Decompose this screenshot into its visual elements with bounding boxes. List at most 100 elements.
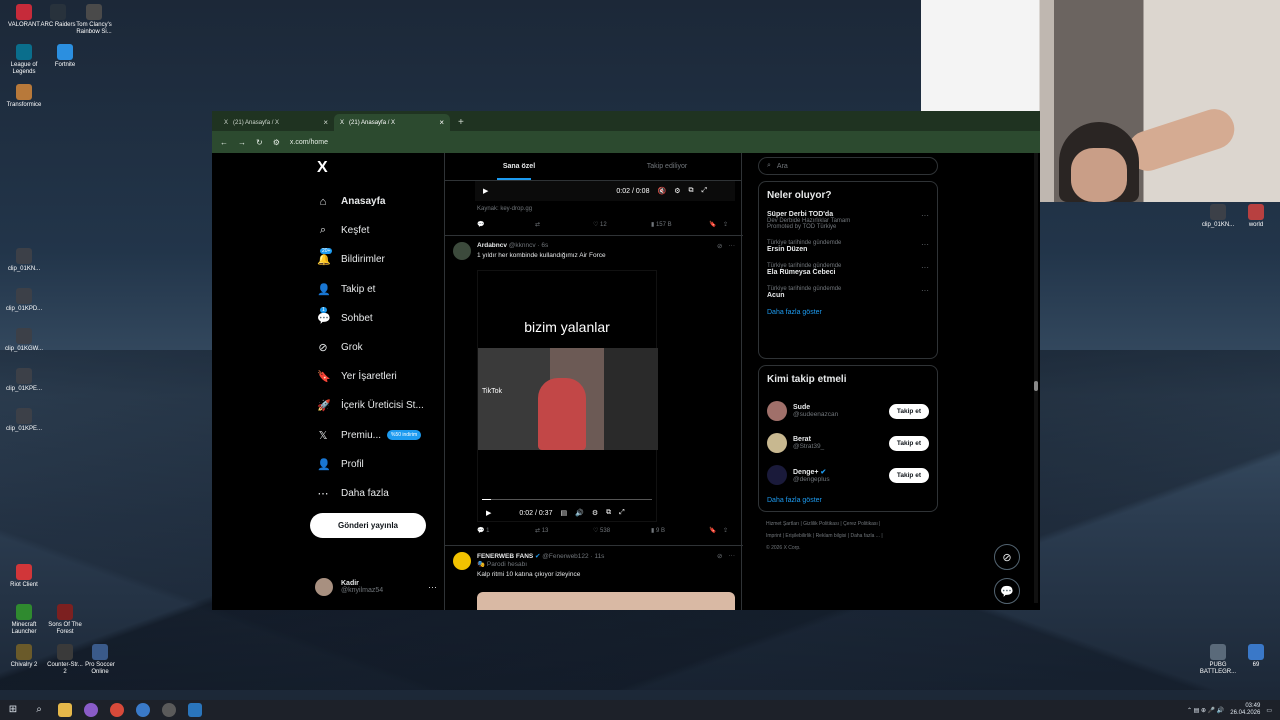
search-input[interactable]: ⌕ Ara bbox=[758, 157, 938, 175]
bookmark-icon[interactable]: 🔖 bbox=[709, 221, 723, 228]
views-icon[interactable]: ▮ 9 B bbox=[651, 527, 709, 534]
windows-start-icon[interactable]: ⊞ bbox=[6, 703, 20, 717]
desktop-icon[interactable]: clip_01KPE... bbox=[4, 408, 44, 433]
grok-fab-icon[interactable]: ⊘ bbox=[994, 544, 1020, 570]
captions-icon[interactable]: ▤ bbox=[560, 509, 567, 517]
trend-item[interactable]: Türkiye tarihinde gündemde Acun ··· bbox=[767, 286, 929, 299]
grok-icon[interactable]: ⊘ bbox=[717, 242, 722, 260]
trend-item[interactable]: Süper Derbi TOD'da Dev Derbide Hazırlıkla… bbox=[767, 211, 929, 230]
trend-item[interactable]: Türkiye tarihinde gündemde Ersin Düzen ··· bbox=[767, 240, 929, 253]
post-media[interactable] bbox=[477, 592, 735, 610]
new-tab-icon[interactable]: + bbox=[458, 117, 464, 128]
desktop-icon[interactable]: PUBG BATTLEGR... bbox=[1198, 644, 1238, 676]
post-author[interactable]: FENERWEB FANS bbox=[477, 553, 533, 560]
desktop-icon[interactable]: Sons Of The Forest bbox=[45, 604, 85, 636]
nav-item-bell[interactable]: 🔔 20+ Bildirimler bbox=[310, 245, 440, 274]
more-icon[interactable]: ··· bbox=[921, 263, 929, 272]
repost-icon[interactable]: ⇄ bbox=[535, 221, 593, 228]
clock[interactable]: 03:49 26.04.2026 bbox=[1230, 703, 1260, 717]
show-more-link[interactable]: Daha fazla göster bbox=[767, 497, 929, 504]
desktop-icon[interactable]: Riot Client bbox=[4, 564, 44, 589]
desktop-icon[interactable]: Tom Clancy's Rainbow Si... bbox=[74, 4, 114, 36]
desktop-icon[interactable]: clip_01KN... bbox=[4, 248, 44, 273]
search-icon[interactable]: ⌕ bbox=[32, 703, 46, 717]
close-tab-icon[interactable]: × bbox=[323, 118, 328, 127]
desktop-icon[interactable]: clip_01KN... bbox=[1198, 204, 1238, 229]
post-author[interactable]: Ardabncv bbox=[477, 242, 507, 249]
avatar[interactable] bbox=[453, 552, 471, 570]
follow-button[interactable]: Takip et bbox=[888, 467, 929, 483]
x-logo-icon[interactable]: X bbox=[317, 159, 440, 177]
more-icon[interactable]: ··· bbox=[729, 242, 736, 260]
post[interactable]: Ardabncv @kknncv · 6s 1 yıldır her kombi… bbox=[445, 235, 743, 545]
bookmark-icon[interactable]: 🔖 bbox=[709, 527, 723, 534]
settings-icon[interactable]: ⚙ bbox=[674, 187, 680, 195]
nav-item-x-premium[interactable]: 𝕏 Premiu... %50 indirim bbox=[310, 421, 440, 450]
like-icon[interactable]: ♡ 12 bbox=[593, 221, 651, 228]
nav-item-bookmark[interactable]: 🔖 Yer İşaretleri bbox=[310, 362, 440, 391]
post[interactable]: FENERWEB FANS ✔ @Fenerweb122 · 11s 🎭 Par… bbox=[445, 545, 743, 610]
nav-item-follow[interactable]: 👤 Takip et bbox=[310, 275, 440, 304]
browser-tab-1[interactable]: X (21) Anasayfa / X × bbox=[218, 114, 334, 131]
video-player[interactable]: bizim yalanlar TikTok ▶ 0:02 / 0:37 ▤ 🔊 … bbox=[477, 270, 658, 522]
desktop-icon[interactable]: world bbox=[1236, 204, 1276, 229]
fullscreen-icon[interactable]: ⤢ bbox=[701, 187, 707, 195]
reload-icon[interactable]: ↻ bbox=[256, 138, 263, 147]
play-icon[interactable]: ▶ bbox=[486, 509, 491, 517]
footer-link[interactable]: Hizmet Şartları bbox=[766, 521, 799, 527]
notification-icon[interactable]: ▭ bbox=[1266, 707, 1272, 714]
footer-link[interactable]: Reklam bilgisi bbox=[816, 533, 847, 539]
pip-icon[interactable]: ⧉ bbox=[688, 187, 693, 195]
desktop-icon[interactable]: Minecraft Launcher bbox=[4, 604, 44, 636]
repost-icon[interactable]: ⇄ 13 bbox=[535, 527, 593, 534]
steam-icon[interactable] bbox=[188, 703, 202, 717]
nav-item-grok[interactable]: ⊘ Grok bbox=[310, 333, 440, 362]
nav-item-more[interactable]: ⋯ Daha fazla bbox=[310, 479, 440, 508]
more-icon[interactable]: ··· bbox=[921, 211, 929, 220]
post-handle[interactable]: @kknncv bbox=[509, 242, 536, 249]
account-more-icon[interactable]: ··· bbox=[428, 582, 437, 592]
share-icon[interactable]: ⇪ bbox=[723, 221, 737, 228]
app-icon[interactable] bbox=[84, 703, 98, 717]
like-icon[interactable]: ♡ 538 bbox=[593, 527, 651, 534]
scrollbar[interactable] bbox=[1034, 153, 1038, 603]
desktop-icon[interactable]: ARC Raiders bbox=[38, 4, 78, 29]
desktop-icon[interactable]: 69 bbox=[1236, 644, 1276, 669]
views-icon[interactable]: ▮ 157 B bbox=[651, 221, 709, 228]
tab-for-you[interactable]: Sana özel bbox=[445, 153, 593, 180]
scrollbar-thumb[interactable] bbox=[1034, 381, 1038, 391]
avatar[interactable] bbox=[453, 242, 471, 260]
more-icon[interactable]: ··· bbox=[729, 552, 736, 578]
site-info-icon[interactable]: ⚙ bbox=[273, 138, 280, 147]
nav-item-rocket[interactable]: 🚀 İçerik Üreticisi St... bbox=[310, 391, 440, 420]
more-icon[interactable]: ··· bbox=[921, 240, 929, 249]
reply-icon[interactable]: 💬 1 bbox=[477, 527, 535, 534]
follow-button[interactable]: Takip et bbox=[888, 435, 929, 451]
play-icon[interactable]: ▶ bbox=[483, 187, 488, 195]
avatar[interactable] bbox=[767, 465, 787, 485]
suggested-account[interactable]: Sude @sudeenazcan Takip et bbox=[767, 395, 929, 427]
desktop-icon[interactable]: clip_01KPD... bbox=[4, 288, 44, 313]
desktop-icon[interactable]: Chivalry 2 bbox=[4, 644, 44, 669]
video-progress[interactable] bbox=[482, 499, 652, 500]
browser-tab-2[interactable]: X (21) Anasayfa / X × bbox=[334, 114, 450, 131]
tray-icons[interactable]: ⌃ ▤ ⊕ 🎤 🔊 bbox=[1187, 707, 1224, 714]
settings-icon[interactable]: ⚙ bbox=[592, 509, 598, 517]
desktop-icon[interactable]: Fortnite bbox=[45, 44, 85, 69]
footer-link[interactable]: © 2026 X Corp. bbox=[766, 545, 801, 551]
desktop-icon[interactable]: Transformice bbox=[4, 84, 44, 109]
post-button[interactable]: Gönderi yayınla bbox=[310, 513, 426, 538]
share-icon[interactable]: ⇪ bbox=[723, 527, 737, 534]
suggested-account[interactable]: Berat @Strat39_ Takip et bbox=[767, 427, 929, 459]
trend-item[interactable]: Türkiye tarihinde gündemde Ela Rümeysa Ce… bbox=[767, 263, 929, 276]
nav-item-chat[interactable]: 💬 1 Sohbet bbox=[310, 304, 440, 333]
nav-item-profile[interactable]: 👤 Profil bbox=[310, 450, 440, 479]
file-explorer-icon[interactable] bbox=[58, 703, 72, 717]
nav-item-search[interactable]: ⌕ Keşfet bbox=[310, 216, 440, 245]
back-icon[interactable]: ← bbox=[220, 138, 228, 147]
footer-link[interactable]: Gizlilik Politikası bbox=[803, 521, 839, 527]
show-more-link[interactable]: Daha fazla göster bbox=[767, 309, 929, 316]
avatar[interactable] bbox=[767, 401, 787, 421]
desktop-icon[interactable]: clip_01KPE... bbox=[4, 368, 44, 393]
avatar[interactable] bbox=[767, 433, 787, 453]
